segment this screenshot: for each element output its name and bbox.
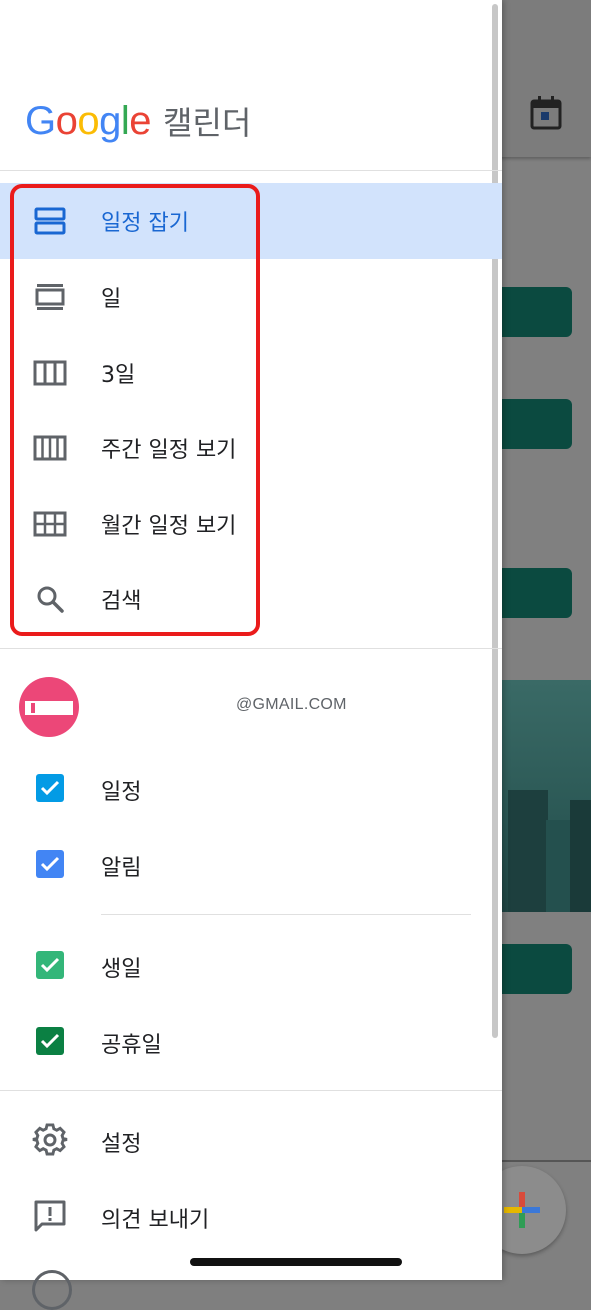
help-icon[interactable] [32, 1270, 72, 1310]
divider [0, 170, 502, 171]
search-icon [32, 581, 68, 617]
calendar-item-birthdays[interactable]: 생일 [0, 927, 502, 1003]
settings-label: 설정 [101, 1132, 142, 1157]
logo-letter: o [55, 98, 78, 143]
day-view-icon [32, 279, 68, 315]
view-week-label: 주간 일정 보기 [101, 438, 237, 463]
calendar-label: 알림 [101, 856, 142, 881]
month-view-icon [32, 506, 68, 542]
feedback-label: 의견 보내기 [101, 1208, 210, 1233]
calendar-item-reminders[interactable]: 알림 [0, 826, 502, 902]
view-month-label: 월간 일정 보기 [101, 514, 237, 539]
calendar-item-events[interactable]: 일정 [0, 750, 502, 826]
checkbox-checked-icon[interactable] [36, 774, 64, 802]
search-item[interactable]: 검색 [0, 561, 502, 637]
google-calendar-logo: Google 캘린더 [25, 96, 251, 146]
checkbox-checked-icon[interactable] [36, 951, 64, 979]
avatar [19, 677, 79, 737]
schedule-view-icon [32, 203, 68, 239]
fab-divider [500, 1160, 591, 1162]
view-month[interactable]: 월간 일정 보기 [0, 486, 502, 562]
calendar-label: 일정 [101, 780, 142, 805]
today-calendar-icon[interactable] [530, 96, 562, 130]
divider [0, 648, 502, 649]
view-3day[interactable]: 3일 [0, 335, 502, 411]
logo-letter: e [129, 98, 152, 143]
account-row[interactable]: @GMAIL.COM [0, 672, 502, 742]
checkbox-checked-icon[interactable] [36, 850, 64, 878]
navigation-drawer: Google 캘린더 일정 잡기 일 3일 주간 일정 보기 월간 일정 보기 [0, 0, 502, 1310]
feedback-item[interactable]: 의견 보내기 [0, 1178, 502, 1254]
account-email: @GMAIL.COM [236, 696, 347, 713]
view-day-label: 일 [101, 287, 122, 312]
plus-icon [504, 1192, 540, 1228]
view-day[interactable]: 일 [0, 259, 502, 335]
settings-item[interactable]: 설정 [0, 1102, 502, 1178]
calendar-item-holidays[interactable]: 공휴일 [0, 1003, 502, 1079]
feedback-icon [34, 1200, 66, 1232]
month-banner-image [488, 680, 591, 912]
logo-letter: g [99, 98, 121, 143]
view-schedule-label: 일정 잡기 [101, 211, 189, 236]
view-week[interactable]: 주간 일정 보기 [0, 410, 502, 486]
search-label: 검색 [101, 589, 142, 614]
three-day-view-icon [32, 355, 68, 391]
view-schedule[interactable]: 일정 잡기 [0, 183, 502, 259]
logo-letter: G [25, 98, 56, 143]
app-name: 캘린더 [163, 104, 252, 142]
view-3day-label: 3일 [101, 363, 136, 388]
calendar-label: 생일 [101, 957, 142, 982]
logo-letter: l [120, 98, 130, 143]
divider [0, 1090, 502, 1091]
checkbox-checked-icon[interactable] [36, 1027, 64, 1055]
calendar-label: 공휴일 [101, 1033, 162, 1058]
divider [101, 914, 471, 915]
google-wordmark: Google [25, 98, 152, 144]
week-view-icon [32, 430, 68, 466]
home-indicator[interactable] [190, 1258, 402, 1266]
gear-icon [32, 1123, 68, 1156]
logo-letter: o [77, 98, 100, 143]
